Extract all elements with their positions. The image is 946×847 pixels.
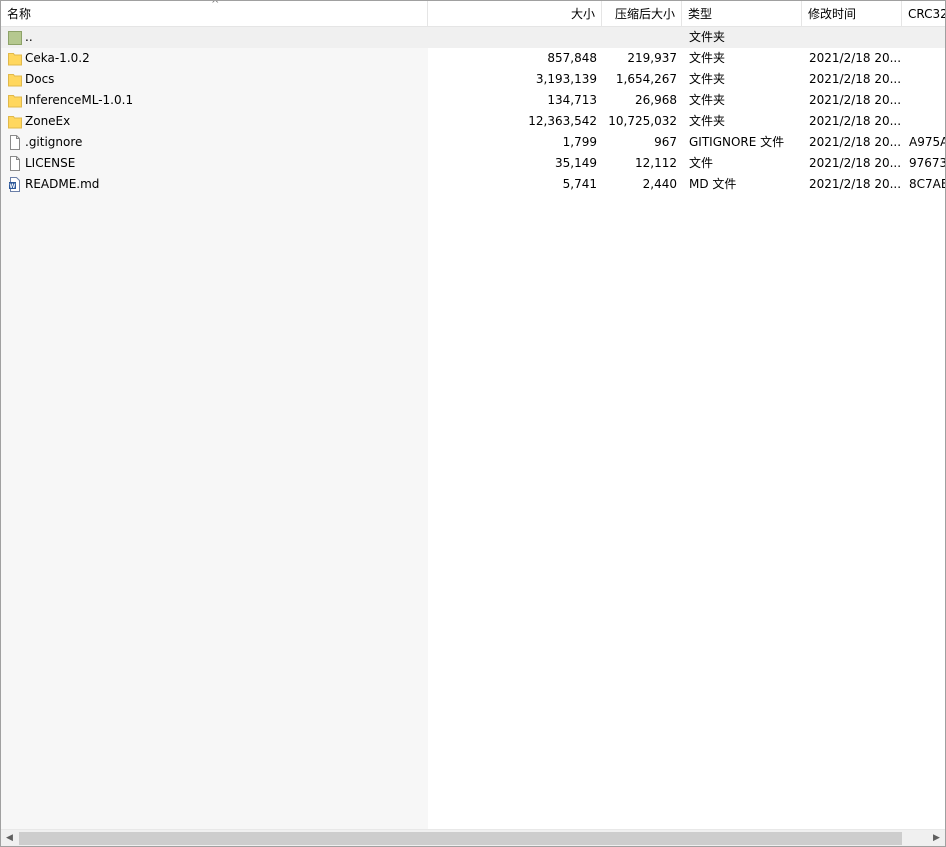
column-header-packed-size-label: 压缩后大小 (614, 7, 675, 21)
file-crc: 97673 (909, 156, 945, 170)
file-crc (902, 48, 945, 69)
list-item-folder[interactable]: InferenceML-1.0.1 134,713 26,968 文件夹 202… (1, 90, 945, 111)
file-name: ZoneEx (25, 114, 71, 128)
file-packed-size: 219,937 (627, 51, 677, 65)
sort-ascending-icon: ^ (211, 1, 220, 10)
scroll-left-arrow-icon[interactable]: ◀ (1, 830, 18, 846)
file-packed-size (602, 27, 682, 48)
file-size: 12,363,542 (528, 114, 597, 128)
file-modified: 2021/2/18 20... (809, 114, 902, 128)
list-item-file[interactable]: .gitignore 1,799 967 GITIGNORE 文件 2021/2… (1, 132, 945, 153)
column-header-size[interactable]: 大小 (428, 1, 602, 26)
archive-file-list-window: 名称 ^ 大小 压缩后大小 类型 修改时间 CRC32 .. 文件夹 Ceka-… (0, 0, 946, 847)
file-type: 文件夹 (689, 51, 726, 65)
file-modified (802, 27, 902, 48)
column-header-size-label: 大小 (570, 7, 595, 21)
column-header-modified[interactable]: 修改时间 (802, 1, 902, 26)
file-packed-size: 10,725,032 (608, 114, 677, 128)
column-header-bar: 名称 ^ 大小 压缩后大小 类型 修改时间 CRC32 (1, 1, 945, 27)
list-item-file[interactable]: W README.md 5,741 2,440 MD 文件 2021/2/18 … (1, 174, 945, 195)
file-type: MD 文件 (689, 177, 737, 191)
file-packed-size: 2,440 (642, 177, 677, 191)
horizontal-scrollbar[interactable]: ◀ ▶ (1, 829, 945, 846)
column-header-type-label: 类型 (688, 7, 713, 21)
list-item-folder[interactable]: ZoneEx 12,363,542 10,725,032 文件夹 2021/2/… (1, 111, 945, 132)
scrollbar-thumb[interactable] (19, 832, 902, 845)
column-header-name[interactable]: 名称 ^ (1, 1, 428, 26)
file-size: 134,713 (547, 93, 597, 107)
file-modified: 2021/2/18 20... (809, 51, 902, 65)
file-crc: A975A (909, 135, 945, 149)
file-packed-size: 26,968 (635, 93, 677, 107)
scroll-right-arrow-icon[interactable]: ▶ (928, 830, 945, 846)
file-type: 文件夹 (689, 72, 726, 86)
column-header-modified-label: 修改时间 (808, 7, 857, 21)
file-name: Docs (25, 72, 55, 86)
list-item-parent[interactable]: .. 文件夹 (1, 27, 945, 48)
file-name: README.md (25, 177, 100, 191)
file-name: LICENSE (25, 156, 76, 170)
list-item-folder[interactable]: Ceka-1.0.2 857,848 219,937 文件夹 2021/2/18… (1, 48, 945, 69)
file-packed-size: 12,112 (635, 156, 677, 170)
file-size: 1,799 (562, 135, 597, 149)
list-item-folder[interactable]: Docs 3,193,139 1,654,267 文件夹 2021/2/18 2… (1, 69, 945, 90)
file-modified: 2021/2/18 20... (809, 135, 902, 149)
file-modified: 2021/2/18 20... (809, 156, 902, 170)
file-list: .. 文件夹 Ceka-1.0.2 857,848 219,937 文件夹 20… (1, 27, 945, 195)
column-header-crc[interactable]: CRC32 (902, 1, 945, 26)
file-type: GITIGNORE 文件 (689, 135, 785, 149)
file-name: .gitignore (25, 135, 83, 149)
file-crc (902, 90, 945, 111)
file-modified: 2021/2/18 20... (809, 72, 902, 86)
file-modified: 2021/2/18 20... (809, 93, 902, 107)
file-crc: 8C7AE (909, 177, 945, 191)
column-header-name-label: 名称 (7, 7, 32, 21)
file-size: 857,848 (547, 51, 597, 65)
file-name: .. (25, 30, 33, 44)
file-modified: 2021/2/18 20... (809, 177, 902, 191)
file-type: 文件夹 (689, 30, 726, 44)
file-crc (902, 69, 945, 90)
file-type: 文件 (689, 156, 714, 170)
file-size (428, 27, 602, 48)
file-crc (902, 111, 945, 132)
column-header-packed-size[interactable]: 压缩后大小 (602, 1, 682, 26)
file-size: 3,193,139 (535, 72, 597, 86)
list-item-file[interactable]: LICENSE 35,149 12,112 文件 2021/2/18 20...… (1, 153, 945, 174)
file-name: InferenceML-1.0.1 (25, 93, 134, 107)
file-size: 5,741 (562, 177, 597, 191)
file-packed-size: 967 (654, 135, 677, 149)
file-name: Ceka-1.0.2 (25, 51, 90, 65)
file-crc (902, 27, 945, 48)
file-type: 文件夹 (689, 93, 726, 107)
column-header-type[interactable]: 类型 (682, 1, 802, 26)
file-type: 文件夹 (689, 114, 726, 128)
column-header-crc-label: CRC32 (908, 7, 945, 21)
file-packed-size: 1,654,267 (615, 72, 677, 86)
file-size: 35,149 (555, 156, 597, 170)
